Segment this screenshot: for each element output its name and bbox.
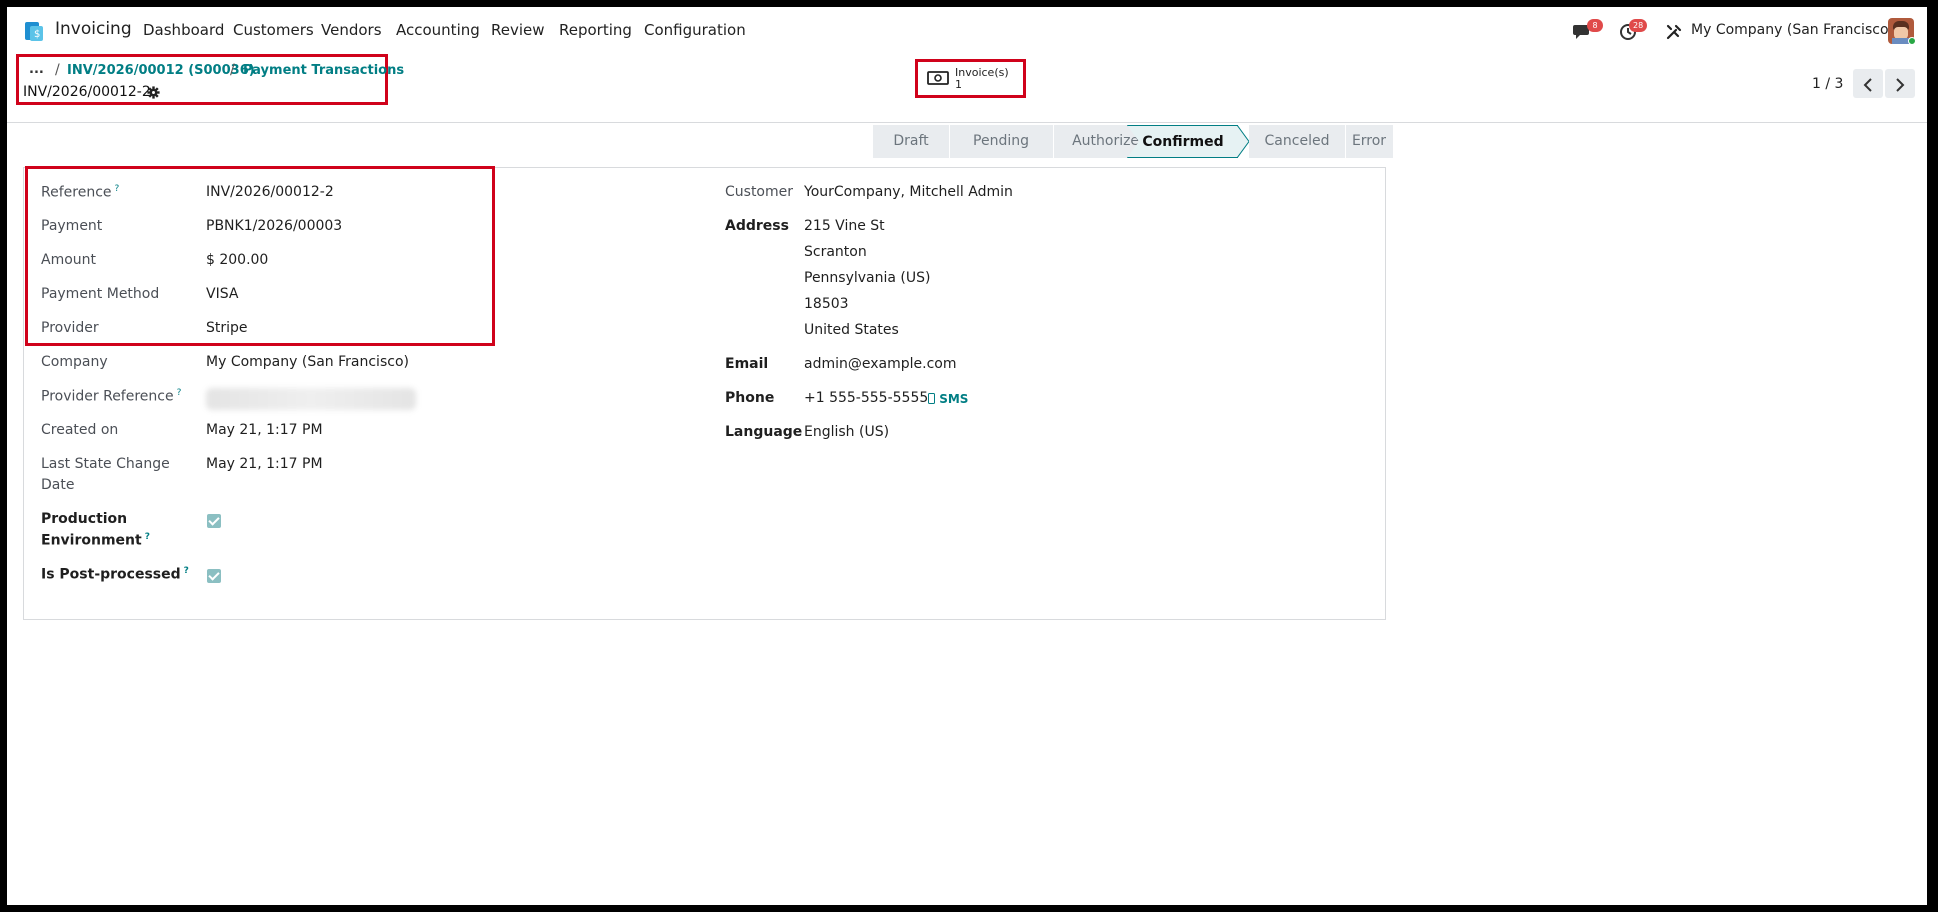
- menu-customers[interactable]: Customers: [233, 21, 314, 39]
- label-text: Is Post-processed: [41, 566, 181, 583]
- email-label: Email: [725, 356, 769, 372]
- amount-label: Amount: [41, 252, 97, 268]
- stage-confirmed[interactable]: Confirmed: [1127, 125, 1238, 158]
- payment-method-link[interactable]: VISA: [206, 286, 238, 302]
- tools-icon[interactable]: [1665, 23, 1683, 41]
- breadcrumb-invoice[interactable]: INV/2026/00012 (S00036): [67, 63, 255, 78]
- chevron-right-icon: [1896, 77, 1905, 92]
- company-switcher[interactable]: My Company (San Francisco): [1691, 22, 1894, 38]
- created-on-value: May 21, 1:17 PM: [206, 422, 323, 438]
- created-on-label: Created on: [41, 422, 119, 438]
- menu-accounting[interactable]: Accounting: [396, 21, 480, 39]
- smart-button-count: 1: [955, 78, 962, 91]
- menu-review[interactable]: Review: [491, 21, 545, 39]
- provider-link[interactable]: Stripe: [206, 320, 248, 336]
- sms-label: SMS: [939, 392, 969, 406]
- company-label: Company: [41, 354, 108, 370]
- production-env-label: Production: [41, 511, 128, 527]
- stage-label: Canceled: [1264, 133, 1330, 149]
- last-state-change-value: May 21, 1:17 PM: [206, 456, 323, 472]
- online-status-dot: [1908, 37, 1916, 45]
- address-zip: 18503: [804, 296, 849, 312]
- language-value: English (US): [804, 424, 890, 440]
- chevron-left-icon: [1863, 77, 1872, 92]
- mobile-icon: [928, 393, 935, 404]
- label-text: Reference: [41, 184, 112, 201]
- payment-link[interactable]: PBNK1/2026/00003: [206, 218, 342, 234]
- top-navbar: $ Invoicing Dashboard Customers Vendors …: [7, 7, 1927, 53]
- menu-dashboard[interactable]: Dashboard: [143, 21, 224, 39]
- address-state: Pennsylvania (US): [804, 270, 931, 286]
- production-env-checkbox[interactable]: [207, 514, 221, 528]
- last-state-change-label: Last State Change: [41, 456, 170, 472]
- stage-draft[interactable]: Draft: [873, 125, 949, 158]
- svg-text:$: $: [34, 29, 40, 40]
- email-link[interactable]: admin@example.com: [804, 356, 956, 372]
- app-window: $ Invoicing Dashboard Customers Vendors …: [7, 7, 1927, 905]
- provider-reference-label: Provider Reference?: [41, 388, 181, 405]
- phone-label: Phone: [725, 390, 775, 406]
- address-city: Scranton: [804, 244, 867, 260]
- customer-link[interactable]: YourCompany, Mitchell Admin: [804, 184, 1013, 200]
- stage-label: Pending: [973, 133, 1029, 149]
- activities-badge: 28: [1629, 19, 1648, 32]
- help-icon[interactable]: ?: [184, 566, 189, 576]
- provider-label: Provider: [41, 320, 99, 336]
- gear-icon[interactable]: [147, 86, 160, 99]
- company-link[interactable]: My Company (San Francisco): [206, 354, 409, 370]
- messages-badge: 8: [1587, 19, 1603, 32]
- menu-configuration[interactable]: Configuration: [644, 21, 746, 39]
- stage-pending[interactable]: Pending: [949, 125, 1053, 158]
- label-text: Provider Reference: [41, 388, 174, 405]
- production-env-label-line2: Environment?: [41, 532, 150, 549]
- provider-reference-value-redacted: [206, 388, 416, 410]
- help-icon[interactable]: ?: [177, 388, 182, 398]
- payment-label: Payment: [41, 218, 103, 234]
- invoicing-app-icon[interactable]: $: [23, 20, 45, 42]
- breadcrumb-ellipsis[interactable]: ...: [29, 62, 44, 77]
- language-label: Language: [725, 424, 803, 440]
- help-icon[interactable]: ?: [145, 532, 150, 542]
- stage-canceled[interactable]: Canceled: [1249, 125, 1345, 158]
- customer-label: Customer: [725, 184, 794, 200]
- invoices-smart-button[interactable]: Invoice(s) 1: [921, 63, 1021, 93]
- reference-label: Reference?: [41, 184, 119, 201]
- stage-label: Draft: [893, 133, 929, 149]
- phone-link[interactable]: +1 555-555-5555: [804, 390, 928, 406]
- breadcrumb-separator: /: [55, 62, 60, 78]
- app-name[interactable]: Invoicing: [55, 19, 132, 39]
- address-label: Address: [725, 218, 789, 234]
- record-title: INV/2026/00012-2: [23, 84, 151, 100]
- amount-value: $ 200.00: [206, 252, 269, 268]
- sms-button[interactable]: SMS: [928, 392, 968, 406]
- stage-label: Error: [1351, 133, 1387, 149]
- help-icon[interactable]: ?: [115, 184, 120, 194]
- payment-method-label: Payment Method: [41, 286, 160, 302]
- stage-arrow: [1237, 125, 1249, 158]
- last-state-change-label-line2: Date: [41, 477, 75, 493]
- breadcrumb-payment-transactions[interactable]: Payment Transactions: [243, 63, 404, 78]
- pager-next-button[interactable]: [1885, 69, 1915, 98]
- address-street: 215 Vine St: [804, 218, 885, 234]
- breadcrumb-separator: /: [230, 62, 235, 78]
- stage-error[interactable]: Error: [1345, 125, 1393, 158]
- money-bill-icon: [927, 71, 949, 85]
- menu-reporting[interactable]: Reporting: [559, 21, 632, 39]
- pager-previous-button[interactable]: [1853, 69, 1883, 98]
- pager-value[interactable]: 1 / 3: [1812, 76, 1843, 92]
- menu-vendors[interactable]: Vendors: [321, 21, 382, 39]
- post-processed-label: Is Post-processed?: [41, 566, 189, 583]
- address-country: United States: [804, 322, 899, 338]
- post-processed-checkbox[interactable]: [207, 569, 221, 583]
- label-text: Environment: [41, 532, 142, 549]
- reference-value: INV/2026/00012-2: [206, 184, 334, 200]
- smart-button-label: Invoice(s): [955, 66, 1009, 79]
- stage-label: Confirmed: [1142, 134, 1224, 150]
